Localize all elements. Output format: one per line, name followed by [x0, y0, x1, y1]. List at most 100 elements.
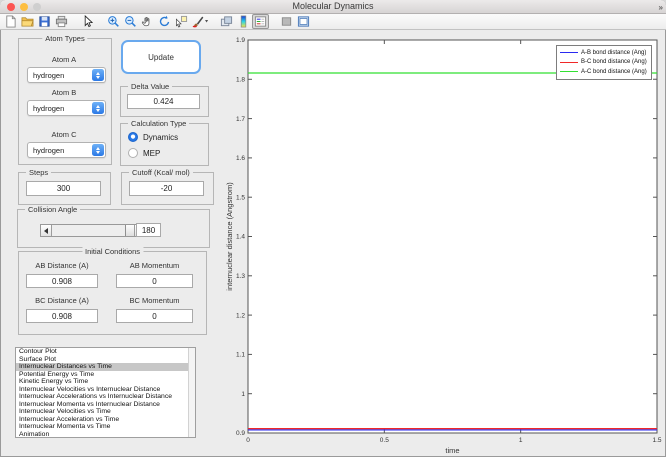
list-item[interactable]: Internuclear Velocities vs Internuclear …	[16, 386, 195, 394]
data-cursor-icon[interactable]	[173, 14, 190, 29]
rotate-3d-icon[interactable]	[156, 14, 173, 29]
delta-value-title: Delta Value	[128, 82, 173, 91]
legend-entry: A-B bond distance (Ang)	[560, 48, 647, 58]
atom-a-label: Atom A	[51, 55, 77, 64]
collision-angle-slider[interactable]	[40, 224, 146, 237]
calculation-type-panel: Calculation Type	[120, 119, 209, 166]
app-window: Molecular Dynamics ▾ » Atom Types Atom A…	[0, 0, 666, 457]
atom-c-label: Atom C	[51, 130, 77, 139]
list-item[interactable]: Kinetic Energy vs Time	[16, 378, 195, 386]
list-item[interactable]: Internuclear Momenta vs Internuclear Dis…	[16, 401, 195, 409]
window-title: Molecular Dynamics	[292, 1, 374, 11]
list-item[interactable]: Internuclear Momenta vs Time	[16, 423, 195, 431]
svg-text:1.3: 1.3	[236, 273, 245, 280]
steps-field[interactable]	[26, 181, 101, 196]
slider-left-arrow[interactable]	[41, 225, 52, 236]
list-item[interactable]: Internuclear Acceleration vs Time	[16, 416, 195, 424]
show-plot-tools-icon[interactable]	[295, 14, 312, 29]
svg-text:1.8: 1.8	[236, 77, 245, 84]
list-item[interactable]: Animation	[16, 431, 195, 437]
svg-text:1.2: 1.2	[236, 312, 245, 319]
bc-momentum-label: BC Momentum	[129, 296, 180, 305]
bc-distance-field[interactable]	[26, 309, 98, 323]
ab-momentum-field[interactable]	[116, 274, 193, 288]
svg-text:0: 0	[246, 437, 250, 444]
ab-distance-label: AB Distance (A)	[35, 261, 89, 270]
legend-line-sample	[560, 52, 578, 54]
toolbar-group	[2, 14, 70, 29]
list-item[interactable]: Internuclear Accelerations vs Internucle…	[16, 393, 195, 401]
x-axis-label: time	[445, 446, 459, 455]
bc-distance-label: BC Distance (A)	[35, 296, 89, 305]
dropdown-stepper-icon	[92, 69, 104, 81]
y-axis-label: internuclear distance (Angstrom)	[225, 182, 234, 291]
insert-legend-icon[interactable]	[252, 14, 270, 29]
dropdown-stepper-icon	[92, 102, 104, 114]
hide-plot-tools-icon[interactable]	[278, 14, 295, 29]
calculation-type-title: Calculation Type	[128, 119, 190, 128]
list-item[interactable]: Surface Plot	[16, 356, 195, 364]
listbox-scrollbar[interactable]	[188, 348, 195, 437]
ab-distance-field[interactable]	[26, 274, 98, 288]
cutoff-field[interactable]	[129, 181, 204, 196]
svg-text:1.4: 1.4	[236, 234, 245, 241]
initial-conditions-title: Initial Conditions	[81, 247, 144, 256]
legend-line-sample	[560, 71, 578, 73]
cutoff-title: Cutoff (Kcal/ mol)	[129, 168, 193, 177]
open-file-icon[interactable]	[19, 14, 36, 29]
svg-text:1.5: 1.5	[236, 194, 245, 201]
new-file-icon[interactable]	[2, 14, 19, 29]
legend-label: B-C bond distance (Ang)	[581, 59, 647, 66]
atom-a-value: hydrogen	[33, 70, 65, 80]
list-item[interactable]: Contour Plot	[16, 348, 195, 356]
titlebar: Molecular Dynamics	[0, 0, 666, 14]
delta-value-field[interactable]	[127, 94, 200, 109]
toolbar-overflow-icon[interactable]: »	[659, 3, 663, 12]
list-item[interactable]: Internuclear Distances vs Time	[16, 363, 195, 371]
pan-icon[interactable]	[139, 14, 156, 29]
save-icon[interactable]	[36, 14, 53, 29]
chart: 0.9 1 1.1 1.2 1.3 1.4 1.5 1.6 1.7 1.8 1.9 0 0.5 1 1.5 t…	[225, 37, 662, 455]
atom-c-value: hydrogen	[33, 145, 65, 155]
update-button[interactable]: Update	[121, 40, 201, 74]
insert-colorbar-icon[interactable]	[235, 14, 252, 29]
svg-text:1.1: 1.1	[236, 352, 245, 359]
list-item[interactable]: Internuclear Velocities vs Time	[16, 408, 195, 416]
brush-dropdown-caret-icon[interactable]: ▾	[205, 19, 208, 25]
bc-momentum-field[interactable]	[116, 309, 193, 323]
collision-angle-field[interactable]	[136, 223, 161, 237]
plot-type-listbox[interactable]: Contour Plot Surface Plot Internuclear Dis…	[15, 347, 196, 438]
svg-text:0.9: 0.9	[236, 430, 245, 437]
ab-momentum-label: AB Momentum	[129, 261, 180, 270]
mep-radio[interactable]: MEP	[128, 148, 160, 158]
mep-radio-label: MEP	[143, 148, 161, 158]
svg-text:1.5: 1.5	[652, 437, 661, 444]
list-item[interactable]: Potential Energy vs Time	[16, 371, 195, 379]
chart-legend[interactable]: A-B bond distance (Ang) B-C bond distance…	[556, 45, 652, 80]
legend-label: A-C bond distance (Ang)	[581, 68, 647, 75]
legend-entry: A-C bond distance (Ang)	[560, 67, 647, 77]
toolbar-group	[218, 14, 270, 29]
dynamics-radio[interactable]: Dynamics	[128, 132, 178, 142]
atom-c-dropdown[interactable]: hydrogen	[27, 142, 106, 158]
svg-text:1: 1	[519, 437, 523, 444]
svg-text:1.6: 1.6	[236, 155, 245, 162]
zoom-out-icon[interactable]	[122, 14, 139, 29]
legend-label: A-B bond distance (Ang)	[581, 49, 647, 56]
atom-b-dropdown[interactable]: hydrogen	[27, 100, 106, 116]
plot-type-items: Contour Plot Surface Plot Internuclear Dis…	[16, 348, 195, 437]
zoom-in-icon[interactable]	[105, 14, 122, 29]
svg-text:1.9: 1.9	[236, 37, 245, 44]
toolbar-group: ▾	[105, 14, 209, 29]
collision-angle-panel: Collision Angle	[17, 205, 210, 248]
legend-line-sample	[560, 61, 578, 63]
svg-text:1: 1	[241, 391, 245, 398]
print-icon[interactable]	[53, 14, 70, 29]
legend-entry: B-C bond distance (Ang)	[560, 58, 647, 68]
link-plots-icon[interactable]	[218, 14, 235, 29]
atom-a-dropdown[interactable]: hydrogen	[27, 67, 106, 83]
plot-area	[247, 39, 658, 434]
atom-b-value: hydrogen	[33, 103, 65, 113]
steps-title: Steps	[26, 168, 52, 177]
pointer-icon[interactable]	[79, 14, 96, 29]
